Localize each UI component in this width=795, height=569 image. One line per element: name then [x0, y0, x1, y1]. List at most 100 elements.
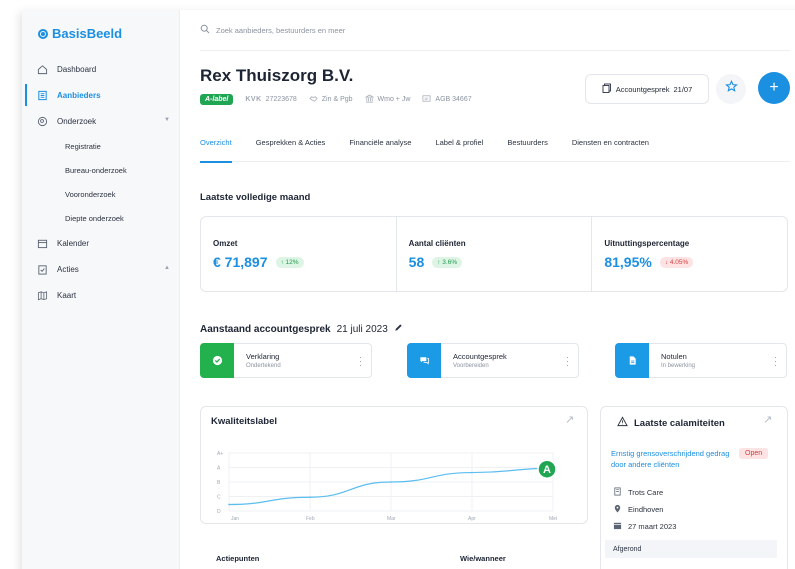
- global-search[interactable]: Zoek aanbieders, bestuurders en meer: [200, 24, 345, 36]
- calamities-title: Laatste calamiteiten: [634, 417, 725, 429]
- calamities-card: Laatste calamiteiten ↗ Ernstig grensover…: [600, 406, 788, 569]
- sidebar-item-label: Dashboard: [57, 64, 97, 74]
- stat-label: Uitnuttingspercentage: [604, 239, 690, 248]
- more-options-icon[interactable]: · · ·: [359, 353, 362, 370]
- calamity-organization: Trots Care: [613, 487, 663, 498]
- search-circle-icon: [36, 115, 48, 127]
- sidebar-item-dashboard[interactable]: Dashboard: [22, 56, 180, 82]
- sidebar: BasisBeeld Dashboard Aanbieders Onderzoe…: [22, 10, 180, 569]
- data-point: [228, 503, 230, 506]
- calamity-link[interactable]: Ernstig grensoverschrijdend gedrag door …: [611, 448, 739, 470]
- data-point: [471, 471, 473, 474]
- sidebar-item-kaart[interactable]: Kaart: [22, 282, 180, 308]
- stat-omzet: Omzet € 71,897 ↑ 12%: [201, 217, 397, 291]
- search-icon: [200, 24, 210, 36]
- account-meeting-button[interactable]: Accountgesprek 21/07: [585, 74, 709, 104]
- tab-overzicht[interactable]: Overzicht: [200, 132, 232, 163]
- x-tick-label: Apr: [468, 516, 476, 522]
- kvk-label: KVK: [245, 96, 262, 103]
- chevron-down-icon[interactable]: ▼: [164, 117, 170, 123]
- date-text: 27 maart 2023: [628, 522, 677, 531]
- app-window: BasisBeeld Dashboard Aanbieders Onderzoe…: [22, 10, 795, 569]
- sidebar-item-onderzoek[interactable]: Onderzoek ▼: [22, 108, 180, 134]
- more-options-icon[interactable]: · · ·: [774, 353, 777, 370]
- quality-label-card: Kwaliteitslabel ↗ D C B A A+ Jan Feb Mar Apr Mei A: [200, 406, 588, 524]
- sidebar-subitem-registratie[interactable]: Registratie: [22, 134, 180, 158]
- add-button[interactable]: +: [758, 72, 790, 104]
- kvk-number: 27223678: [265, 96, 297, 103]
- search-input[interactable]: Zoek aanbieders, bestuurders en meer: [216, 26, 345, 35]
- tab-financiele-analyse[interactable]: Financiële analyse: [349, 132, 411, 162]
- calamity-location: Eindhoven: [613, 504, 663, 515]
- account-meeting-date: 21/07: [673, 84, 693, 94]
- data-point: [309, 496, 311, 499]
- organization-name: Trots Care: [628, 488, 664, 497]
- quality-line-chart: D C B A A+ Jan Feb Mar Apr Mei A: [217, 451, 557, 522]
- tab-label-profiel[interactable]: Label & profiel: [435, 132, 483, 162]
- y-tick-label: A+: [217, 451, 223, 457]
- id-card-icon: [422, 94, 431, 105]
- sidebar-subitem-diepte-onderzoek[interactable]: Diepte onderzoek: [22, 206, 180, 230]
- logo-icon: [38, 28, 48, 39]
- x-tick-label: Feb: [306, 516, 315, 522]
- clipboard-check-icon: [36, 263, 48, 275]
- chevron-up-icon[interactable]: ▲: [164, 265, 170, 271]
- sidebar-nav: Dashboard Aanbieders Onderzoek ▼ Registr…: [22, 56, 180, 308]
- stat-label: Aantal cliënten: [408, 239, 466, 248]
- stat-change-badge: ↓ 4.05%: [659, 256, 694, 268]
- handshake-icon: [309, 94, 318, 105]
- x-tick-label: Mar: [387, 516, 396, 522]
- sidebar-item-acties[interactable]: Acties ▲: [22, 256, 180, 282]
- account-meeting-label: Accountgesprek: [615, 84, 670, 94]
- org-meta: A-label KVK 27223678 Zin & Pgb Wmo + Jw …: [200, 94, 472, 105]
- tab-gesprekken-acties[interactable]: Gesprekken & Acties: [256, 132, 326, 162]
- task-card-accountgesprek[interactable]: Accountgesprek Voorbereiden · · ·: [407, 343, 579, 378]
- warning-icon: [617, 416, 628, 430]
- more-options-icon[interactable]: · · ·: [566, 353, 569, 370]
- task-name: Verklaring: [246, 352, 280, 361]
- chat-icon: [407, 343, 441, 378]
- stat-value: 58: [408, 254, 425, 270]
- stats-title: Laatste volledige maand: [200, 192, 311, 203]
- tab-bestuurders[interactable]: Bestuurders: [507, 132, 547, 162]
- sidebar-subitem-bureau-onderzoek[interactable]: Bureau-onderzoek: [22, 158, 180, 182]
- financing-text: Zin & Pgb: [321, 96, 353, 103]
- tab-diensten-contracten[interactable]: Diensten en contracten: [572, 132, 649, 162]
- sidebar-item-kalender[interactable]: Kalender: [22, 230, 180, 256]
- calamity-date: 27 maart 2023: [613, 521, 676, 532]
- task-status: Ondertekend: [246, 363, 281, 369]
- closed-section-header[interactable]: Afgerond: [605, 540, 777, 558]
- status-badge: Open: [739, 448, 769, 459]
- calendar-icon: [613, 521, 622, 532]
- pencil-icon[interactable]: [394, 323, 403, 335]
- stat-uitnutting: Uitnuttingspercentage 81,95% ↓ 4.05%: [592, 217, 787, 291]
- open-link-icon[interactable]: ↗: [763, 413, 772, 426]
- task-card-notulen[interactable]: Notulen In bewerking · · ·: [615, 343, 787, 378]
- stat-value: 81,95%: [604, 254, 652, 270]
- task-name: Notulen: [661, 352, 687, 361]
- sidebar-subitem-vooronderzoek[interactable]: Vooronderzoek: [22, 182, 180, 206]
- location-name: Eindhoven: [628, 505, 664, 514]
- tab-bar: Overzicht Gesprekken & Acties Financiële…: [200, 132, 790, 163]
- sidebar-item-aanbieders[interactable]: Aanbieders: [22, 82, 180, 108]
- current-label-text: A: [543, 464, 551, 476]
- data-point: [390, 481, 392, 483]
- task-status: Voorbereiden: [453, 363, 489, 369]
- favorite-button[interactable]: [716, 74, 746, 104]
- plus-icon: +: [769, 79, 779, 96]
- sidebar-item-label: Aanbieders: [57, 90, 101, 100]
- y-tick-label: C: [217, 495, 221, 501]
- agb-info: AGB 34667: [422, 94, 472, 105]
- quality-label-badge: A-label: [200, 94, 234, 105]
- law-info: Wmo + Jw: [364, 94, 410, 105]
- star-icon: [724, 80, 738, 98]
- x-tick-label: Jan: [231, 516, 239, 522]
- calendar-icon: [36, 237, 48, 249]
- app-logo[interactable]: BasisBeeld: [38, 26, 122, 41]
- sidebar-item-label: Kalender: [57, 238, 90, 248]
- location-pin-icon: [613, 504, 622, 515]
- task-card-verklaring[interactable]: Verklaring Ondertekend · · ·: [200, 343, 372, 378]
- stat-change-badge: ↑ 12%: [275, 256, 304, 268]
- stat-change-badge: ↑ 3.6%: [432, 256, 463, 268]
- stat-aantal-clienten: Aantal cliënten 58 ↑ 3.6%: [397, 217, 593, 291]
